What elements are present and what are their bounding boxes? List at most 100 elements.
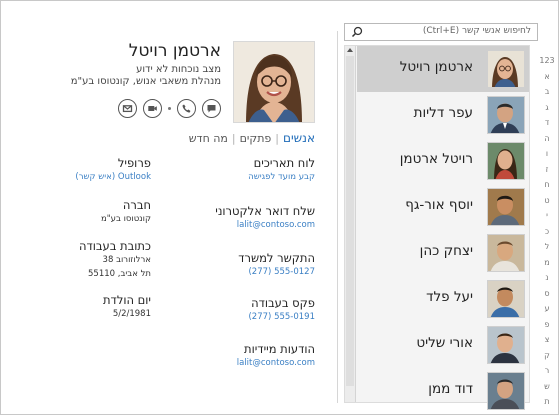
index-letter[interactable]: ו bbox=[539, 146, 555, 162]
chat-button[interactable] bbox=[202, 99, 221, 118]
index-letter[interactable]: ת bbox=[539, 394, 555, 410]
index-letter[interactable]: ל bbox=[539, 239, 555, 255]
avatar bbox=[487, 96, 525, 134]
job-title: מנהלת משאבי אנוש, קונטוסו בע"מ bbox=[70, 76, 221, 87]
list-item[interactable]: ארטמן רויטל bbox=[357, 46, 529, 92]
list-item-name: אורי שליט bbox=[416, 335, 473, 351]
work-fax-link[interactable]: 555-0191 (277) bbox=[248, 310, 315, 324]
index-letter[interactable]: צ bbox=[539, 332, 555, 348]
contact-list: ארטמן רויטל עפר דליות רויטל ארטמן יוסף א… bbox=[344, 45, 530, 410]
list-item-name: רויטל ארטמן bbox=[399, 151, 473, 167]
index-letter[interactable]: ע bbox=[539, 301, 555, 317]
index-letter[interactable]: פ bbox=[539, 317, 555, 333]
video-icon bbox=[148, 106, 157, 111]
card-tabs: אנשים | פתקים | מה חדש bbox=[189, 131, 315, 145]
list-scrollbar[interactable] bbox=[345, 46, 356, 402]
avatar bbox=[487, 50, 525, 88]
schedule-meeting-link[interactable]: קבע מועד לפגישה bbox=[248, 170, 315, 184]
people-window: לחיפוש אנשי קשר (Ctrl+E) ארטמן רויטל מצב… bbox=[0, 0, 559, 415]
alphabet-index: 123 א ב ג ד ה ו ז ח ט י כ ל מ נ ס ע פ צ … bbox=[539, 53, 555, 410]
work-address-label: כתובת בעבודה bbox=[78, 239, 151, 253]
company-value: קונטוסו בע"מ bbox=[100, 214, 151, 224]
index-letter[interactable]: 123 bbox=[539, 53, 555, 69]
index-letter[interactable]: נ bbox=[539, 270, 555, 286]
profile-label: פרופיל bbox=[117, 156, 151, 170]
list-item[interactable]: אורי שליט bbox=[357, 322, 529, 368]
index-letter[interactable]: ש bbox=[539, 379, 555, 395]
calendar-field[interactable]: לוח תאריכים קבע מועד לפגישה bbox=[248, 156, 315, 184]
tab-divider: | bbox=[231, 131, 236, 145]
phone-icon bbox=[182, 104, 191, 113]
phone-button[interactable] bbox=[177, 99, 196, 118]
profile-field: פרופיל Outlook (איש קשר) bbox=[75, 156, 151, 184]
work-phone-field[interactable]: התקשר למשרד 555-0127 (277) bbox=[238, 251, 315, 279]
index-letter[interactable]: י bbox=[539, 208, 555, 224]
email-field[interactable]: שלח דואר אלקטרוני lalit@contoso.com bbox=[215, 204, 315, 232]
avatar bbox=[487, 280, 525, 318]
index-letter[interactable]: ב bbox=[539, 84, 555, 100]
index-letter[interactable]: ק bbox=[539, 348, 555, 364]
list-item[interactable]: עפר דליות bbox=[357, 92, 529, 138]
search-input[interactable]: לחיפוש אנשי קשר (Ctrl+E) bbox=[423, 26, 531, 36]
email-label: שלח דואר אלקטרוני bbox=[215, 204, 315, 218]
chat-icon bbox=[207, 105, 216, 113]
scroll-up-arrow-icon[interactable] bbox=[347, 48, 353, 52]
tab-people[interactable]: אנשים bbox=[283, 131, 315, 145]
contact-name: ארטמן רויטל bbox=[128, 41, 221, 61]
scroll-thumb[interactable] bbox=[346, 56, 354, 386]
contact-photo bbox=[233, 41, 315, 123]
work-phone-link[interactable]: 555-0127 (277) bbox=[238, 265, 315, 279]
index-letter[interactable]: ג bbox=[539, 100, 555, 116]
index-letter[interactable]: א bbox=[539, 69, 555, 85]
im-link[interactable]: lalit@contoso.com bbox=[237, 356, 315, 370]
avatar bbox=[487, 142, 525, 180]
presence-status: מצב נוכחות לא ידוע bbox=[136, 64, 221, 75]
avatar bbox=[487, 188, 525, 226]
birthday-label: יום הולדת bbox=[102, 293, 151, 307]
list-item-name: יעל פלד bbox=[426, 289, 473, 305]
video-button[interactable] bbox=[143, 99, 162, 118]
index-letter[interactable]: ד bbox=[539, 115, 555, 131]
index-letter[interactable]: מ bbox=[539, 255, 555, 271]
list-item[interactable]: רויטל ארטמן bbox=[357, 138, 529, 184]
contact-actions bbox=[118, 99, 221, 118]
avatar bbox=[487, 326, 525, 364]
list-item[interactable]: דוד ממן bbox=[357, 368, 529, 414]
list-item[interactable]: יצחק כהן bbox=[357, 230, 529, 276]
work-fax-label: פקס בעבודה bbox=[251, 296, 315, 310]
profile-source-link[interactable]: Outlook (איש קשר) bbox=[75, 170, 151, 184]
calendar-label: לוח תאריכים bbox=[253, 156, 315, 170]
work-address-line2: תל אביב, 55110 bbox=[88, 269, 151, 279]
list-item[interactable]: יוסף אור-גף bbox=[357, 184, 529, 230]
work-address-line1: ארלוזורוב 38 bbox=[102, 255, 151, 265]
list-item-name: עפר דליות bbox=[413, 105, 473, 121]
list-item[interactable]: יעל פלד bbox=[357, 276, 529, 322]
work-address-field: כתובת בעבודה ארלוזורוב 38 תל אביב, 55110 bbox=[79, 239, 151, 281]
email-link[interactable]: lalit@contoso.com bbox=[215, 218, 315, 232]
search-icon[interactable] bbox=[351, 26, 363, 38]
list-item-name: ארטמן רויטל bbox=[399, 59, 473, 75]
email-button[interactable] bbox=[118, 99, 137, 118]
index-letter[interactable]: ח bbox=[539, 177, 555, 193]
tab-whats-new[interactable]: מה חדש bbox=[189, 132, 228, 145]
index-letter[interactable]: ר bbox=[539, 363, 555, 379]
index-letter[interactable]: ט bbox=[539, 193, 555, 209]
index-letter[interactable]: כ bbox=[539, 224, 555, 240]
avatar bbox=[487, 234, 525, 272]
search-box[interactable]: לחיפוש אנשי קשר (Ctrl+E) bbox=[344, 23, 538, 41]
company-field: חברה קונטוסו בע"מ bbox=[101, 198, 151, 226]
company-label: חברה bbox=[122, 198, 151, 212]
contact-photo-image bbox=[234, 42, 314, 122]
avatar bbox=[487, 372, 525, 410]
work-phone-label: התקשר למשרד bbox=[238, 251, 315, 265]
work-fax-field[interactable]: פקס בעבודה 555-0191 (277) bbox=[248, 296, 315, 324]
tab-divider: | bbox=[275, 131, 280, 145]
im-label: הודעות מיידיות bbox=[244, 342, 315, 356]
index-letter[interactable]: ס bbox=[539, 286, 555, 302]
tab-notes[interactable]: פתקים bbox=[240, 132, 272, 145]
list-item-name: דוד ממן bbox=[428, 381, 473, 397]
email-icon bbox=[122, 105, 133, 113]
index-letter[interactable]: ה bbox=[539, 131, 555, 147]
im-field[interactable]: הודעות מיידיות lalit@contoso.com bbox=[237, 342, 315, 370]
index-letter[interactable]: ז bbox=[539, 162, 555, 178]
